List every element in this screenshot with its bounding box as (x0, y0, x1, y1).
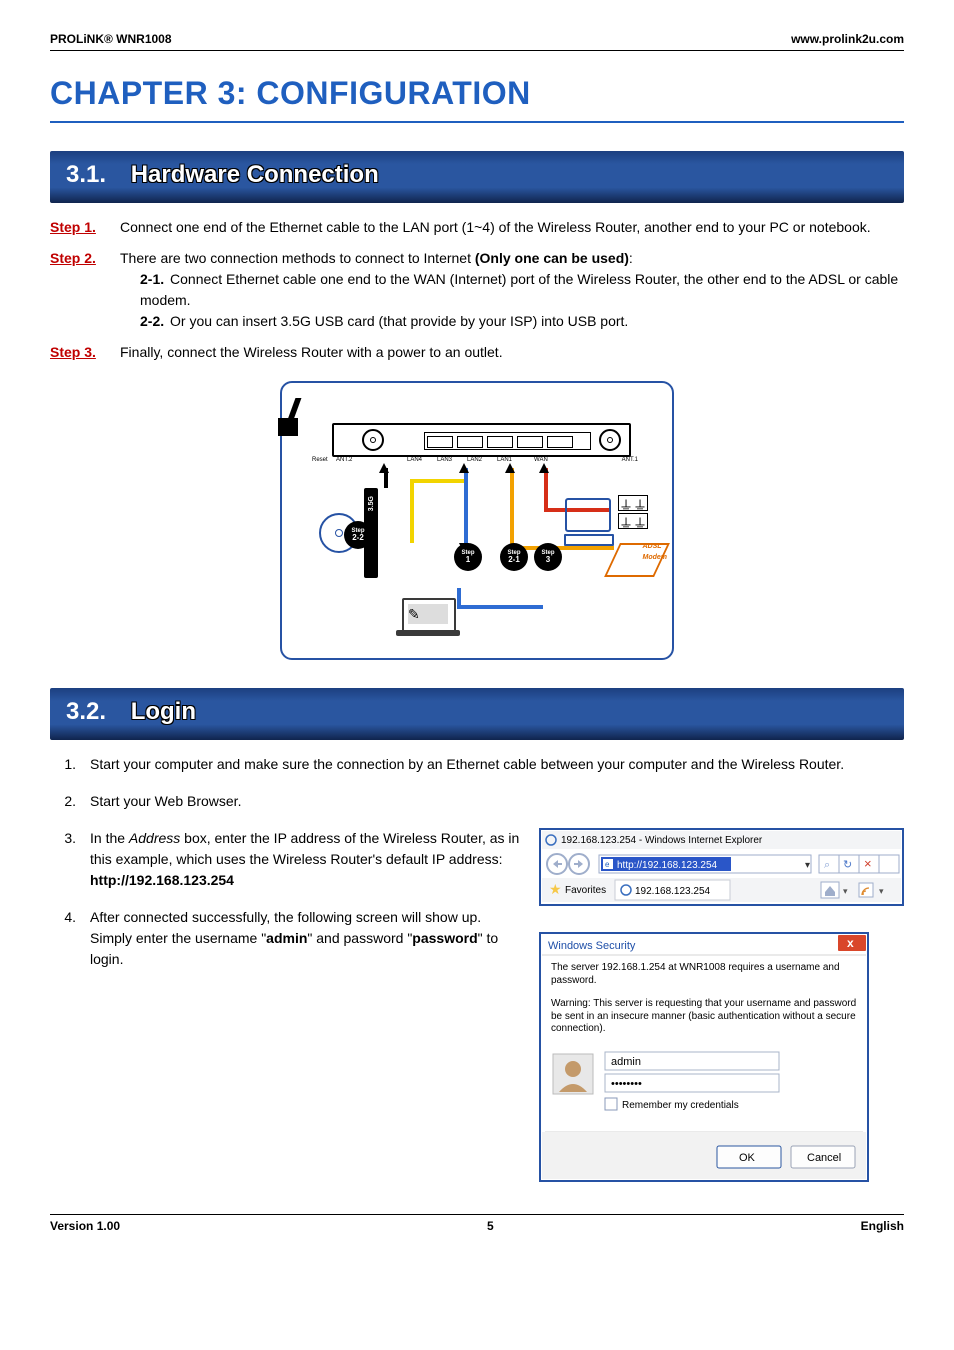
login-3-address-word: Address (129, 830, 180, 846)
step-2-2-num: 2-2. (140, 313, 164, 329)
step-badge-22: Step2-2 (344, 521, 372, 549)
step-1-label: Step 1. (50, 217, 110, 238)
label-3g: 3.5G (367, 496, 375, 511)
section-31-title: Hardware Connection (131, 161, 379, 188)
remember-label: Remember my credentials (622, 1100, 739, 1111)
step-3-body: Finally, connect the Wireless Router wit… (120, 342, 904, 363)
step-2-2-text: Or you can insert 3.5G USB card (that pr… (166, 313, 628, 329)
step-2-intro-bold: (Only one can be used) (475, 250, 629, 266)
login-1-num: 1. (50, 754, 76, 775)
label-modem: Modem (642, 554, 667, 561)
step-badge-3: Step3 (534, 543, 562, 571)
username-value: admin (611, 1056, 641, 1068)
step-2-intro-post: : (629, 250, 633, 266)
svg-text:▾: ▾ (843, 886, 848, 896)
favorites-label[interactable]: Favorites (565, 885, 606, 896)
svg-text:OK: OK (739, 1152, 756, 1164)
page-footer: Version 1.00 5 English (50, 1214, 904, 1235)
login-4-pass: password (412, 930, 477, 946)
step-3: Step 3. Finally, connect the Wireless Ro… (50, 342, 904, 363)
step-2-label: Step 2. (50, 248, 110, 269)
step-badge-21: Step2-1 (500, 543, 528, 571)
label-lan3: LAN3 (437, 456, 452, 465)
laptop-icon: ✎ (402, 598, 456, 632)
step-2-1: 2-1. Connect Ethernet cable one end to t… (140, 269, 904, 311)
dialog-msg2: Warning: This server is requesting that … (551, 998, 857, 1036)
login-2-text: Start your Web Browser. (90, 791, 904, 812)
footer-page: 5 (487, 1217, 494, 1235)
section-32-title: Login (131, 698, 196, 725)
footer-lang: English (861, 1217, 904, 1235)
label-lan4: LAN4 (407, 456, 422, 465)
step-2: Step 2. There are two connection methods… (50, 248, 904, 332)
security-dialog: Windows Security x The server 192.168.1.… (539, 932, 869, 1182)
login-steps: 1. Start your computer and make sure the … (50, 754, 904, 1188)
router-icon: ANT.2 ANT.1 Reset LAN4 LAN3 LAN2 LAN1 WA… (312, 423, 642, 468)
svg-text:e: e (605, 860, 610, 869)
svg-text:▾: ▾ (805, 860, 810, 871)
pc-icon (565, 498, 611, 532)
label-ant2: ANT.2 (336, 456, 352, 465)
label-adsl: ADSL (642, 543, 661, 550)
svg-text:▾: ▾ (879, 886, 884, 896)
step-2-intro-pre: There are two connection methods to conn… (120, 250, 475, 266)
refresh-icon[interactable]: ↻ (843, 859, 852, 871)
footer-version: Version 1.00 (50, 1217, 120, 1235)
login-4-text: After connected successfully, the follow… (90, 907, 527, 970)
password-value: •••••••• (611, 1078, 642, 1090)
svg-text:x: x (847, 936, 854, 950)
section-heading-32: 3.2. Login (50, 688, 904, 740)
step-2-1-text: Connect Ethernet cable one end to the WA… (140, 271, 898, 308)
login-1-text: Start your computer and make sure the co… (90, 754, 904, 775)
page-header: PROLiNK® WNR1008 www.prolink2u.com (50, 30, 904, 51)
dialog-msg1: The server 192.168.1.254 at WNR1008 requ… (551, 962, 857, 987)
label-reset: Reset (312, 456, 328, 465)
step-2-body: There are two connection methods to conn… (120, 248, 904, 332)
step-2-2: 2-2. Or you can insert 3.5G USB card (th… (140, 311, 904, 332)
label-lan2: LAN2 (467, 456, 482, 465)
login-3-url: http://192.168.123.254 (90, 872, 234, 888)
star-icon[interactable]: ★ (549, 881, 562, 897)
step-2-1-num: 2-1. (140, 271, 164, 287)
svg-text:⌕: ⌕ (824, 859, 830, 871)
browser-title: 192.168.123.254 - Windows Internet Explo… (561, 835, 763, 846)
step-badge-1: Step1 (454, 543, 482, 571)
chapter-title: CHAPTER 3: CONFIGURATION (50, 69, 904, 123)
login-4-user: admin (266, 930, 307, 946)
hardware-diagram: ANT.2 ANT.1 Reset LAN4 LAN3 LAN2 LAN1 WA… (280, 381, 674, 660)
step-3-label: Step 3. (50, 342, 110, 363)
label-ant1: ANT.1 (622, 456, 638, 465)
svg-text:Cancel: Cancel (807, 1152, 841, 1164)
browser-url[interactable]: http://192.168.123.254 (617, 860, 718, 871)
dialog-title: Windows Security (548, 940, 636, 952)
login-3-num: 3. (50, 828, 76, 849)
header-right: www.prolink2u.com (791, 30, 904, 48)
browser-window: 192.168.123.254 - Windows Internet Explo… (539, 828, 904, 906)
browser-tab[interactable]: 192.168.123.254 (635, 886, 711, 897)
header-left: PROLiNK® WNR1008 (50, 30, 172, 48)
step-1: Step 1. Connect one end of the Ethernet … (50, 217, 904, 238)
login-2-num: 2. (50, 791, 76, 812)
step-1-body: Connect one end of the Ethernet cable to… (120, 217, 904, 238)
section-31-num: 3.1. (66, 161, 106, 188)
remember-checkbox[interactable] (605, 1098, 617, 1110)
plug-icon: ⏚⏚ (618, 495, 648, 511)
plug-icon: ⏚⏚ (618, 513, 648, 529)
stop-icon[interactable]: × (864, 856, 872, 871)
feed-icon[interactable] (859, 883, 873, 897)
login-3-text: In the Address box, enter the IP address… (90, 828, 527, 891)
login-4-num: 4. (50, 907, 76, 928)
section-heading-31: 3.1. Hardware Connection (50, 151, 904, 203)
section-32-num: 3.2. (66, 698, 106, 725)
